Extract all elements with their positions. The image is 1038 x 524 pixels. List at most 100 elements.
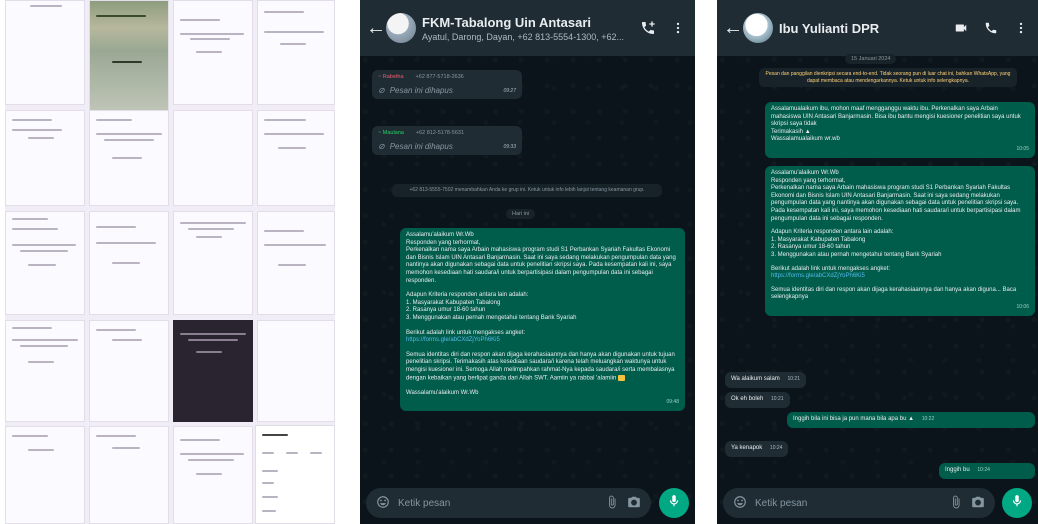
chat-title: Ibu Yulianti DPR [779, 20, 880, 36]
criteria-item: 3. Menggunakan atau pernah mengetahui te… [771, 251, 942, 258]
gallery-thumbnail[interactable] [5, 211, 85, 315]
encryption-notice[interactable]: Pesan dan panggilan dienkripsi secara en… [759, 68, 1017, 87]
outgoing-message[interactable]: Assalamu'alaikum Wr.Wb Responden yang te… [400, 228, 685, 411]
more-options-icon[interactable] [1010, 17, 1032, 39]
emoji-button-icon[interactable] [733, 495, 747, 512]
sender-phone: +62 877-5718-2636 [415, 74, 464, 80]
add-call-icon[interactable] [637, 17, 659, 39]
gallery-thumbnail[interactable] [257, 320, 335, 422]
deleted-text: Pesan ini dihapus [389, 141, 453, 151]
chat-title: FKM-Tabalong Uin Antasari [422, 14, 591, 30]
gallery-thumbnail[interactable] [5, 0, 85, 105]
camera-icon[interactable] [971, 495, 985, 512]
gallery-thumbnail[interactable] [257, 211, 335, 315]
message-time: 10:24 [977, 467, 990, 473]
chat-title-block[interactable]: Ibu Yulianti DPR [779, 21, 942, 36]
video-call-icon[interactable] [950, 17, 972, 39]
more-options-icon[interactable] [667, 17, 689, 39]
message-text: Inggih bu [945, 467, 970, 473]
criteria-item: 1. Masyarakat Kabupaten Tabalong [771, 236, 866, 243]
attach-icon[interactable] [949, 495, 963, 512]
group-chat-screen: ← FKM-Tabalong Uin Antasari Ayatul, Daro… [360, 0, 695, 524]
attach-icon[interactable] [605, 495, 619, 512]
gallery-thumbnail[interactable] [257, 110, 335, 206]
chat-title-block[interactable]: FKM-Tabalong Uin Antasari Ayatul, Darong… [422, 15, 629, 42]
message-input[interactable]: Ketik pesan [755, 498, 941, 509]
message-paragraph: Semua identitas diri dan respon akan dij… [406, 352, 679, 383]
message-paragraph-text: Semua identitas diri dan respon akan dij… [406, 351, 675, 382]
gallery-thumbnail[interactable] [173, 426, 253, 524]
screenshot-gallery [5, 0, 335, 524]
message-link-intro: Berikut adalah link untuk mengakses angk… [771, 265, 891, 272]
survey-link[interactable]: https://forms.gle/abCXdZjYoPh6Ki5 [406, 337, 679, 345]
message-text: Wa alaikum salam [731, 376, 780, 382]
message-input-bar[interactable]: Ketik pesan [366, 488, 651, 518]
message-closing: Wassalamu'alaikum Wr.Wb [406, 389, 479, 396]
message-time: 10:24 [769, 445, 783, 451]
message-text: Inggih bila ini bisa ja pun mana bila ap… [793, 416, 907, 422]
message-greeting: Assalamu'alaikum Wr.Wb [406, 232, 474, 238]
gallery-thumbnail[interactable] [173, 0, 253, 105]
chat-header: ← FKM-Tabalong Uin Antasari Ayatul, Daro… [360, 0, 695, 56]
gallery-thumbnail[interactable] [5, 320, 85, 422]
outgoing-message[interactable]: Assalamu'alaikum Wr.Wb Responden yang te… [765, 166, 1035, 316]
gallery-thumbnail[interactable] [173, 211, 253, 315]
gallery-thumbnail[interactable] [255, 425, 335, 524]
outgoing-message[interactable]: Assalamualaikum ibu, mohon maaf menggang… [765, 102, 1035, 158]
message-time: 10:21 [787, 376, 800, 382]
deleted-message[interactable]: ~ Rabetha +62 877-5718-2636 ⊘ Pesan ini … [372, 70, 522, 100]
gallery-thumbnail[interactable] [89, 320, 169, 422]
mic-button[interactable] [659, 488, 689, 518]
contact-avatar[interactable] [743, 13, 773, 43]
message-time: 09:48 [666, 399, 679, 406]
sender-name: ~ Rabetha [378, 74, 404, 80]
message-paragraph: Semua identitas diri dan respon akan dij… [771, 286, 1017, 301]
gallery-thumbnail[interactable] [89, 0, 169, 125]
message-time: 09:33 [503, 143, 516, 150]
gallery-thumbnail[interactable] [5, 110, 85, 206]
praying-hands-icon: ▲ [804, 128, 811, 135]
gallery-thumbnail[interactable] [89, 110, 169, 206]
criteria-item: 2. Rasanya umur 18-60 tahun [771, 244, 851, 251]
message-link-intro: Berikut adalah link untuk mengakses angk… [406, 329, 526, 336]
emoji-button-icon[interactable] [376, 495, 390, 512]
group-system-notice[interactable]: +62 813-5555-7502 menambahkan Anda ke gr… [392, 184, 662, 197]
message-text: Ok eh boleh [731, 396, 764, 402]
gallery-thumbnail[interactable] [173, 110, 253, 206]
incoming-message[interactable]: Ok eh boleh 10:21 [725, 392, 790, 408]
message-time: 10:21 [771, 396, 784, 402]
date-divider: Hari ini [506, 209, 536, 219]
back-arrow-icon[interactable]: ← [366, 17, 386, 40]
mic-button[interactable] [1002, 488, 1032, 518]
survey-link[interactable]: https://forms.gle/abCXdZjYoPh6Ki5 [771, 273, 1029, 281]
gallery-thumbnail[interactable] [257, 0, 335, 105]
incoming-message[interactable]: Ya kenapok 10:24 [725, 441, 789, 457]
gallery-thumbnail[interactable] [5, 426, 85, 524]
message-time: 09:27 [503, 87, 516, 94]
message-input[interactable]: Ketik pesan [398, 498, 597, 509]
outgoing-message[interactable]: Inggih bila ini bisa ja pun mana bila ap… [787, 412, 1035, 428]
deleted-text: Pesan ini dihapus [389, 85, 453, 95]
gallery-thumbnail[interactable] [89, 211, 169, 315]
incoming-message[interactable]: Wa alaikum salam 10:21 [725, 372, 806, 388]
chat-members: Ayatul, Darong, Dayan, +62 813-5554-1300… [422, 31, 624, 42]
message-paragraph: Perkenalkan nama saya Arbain mahasiswa p… [771, 185, 1021, 222]
criteria-item: 3. Menggunakan atau pernah mengetahui te… [406, 314, 577, 321]
message-greeting: Assalamu'alaikum Wr.Wb [771, 170, 839, 176]
deleted-message[interactable]: ~ Maulana +62 812-5178-5631 ⊘ Pesan ini … [372, 126, 522, 156]
private-chat-screen: ← Ibu Yulianti DPR 15 Januari 2024 Pesan… [717, 0, 1038, 524]
gallery-thumbnail[interactable] [173, 320, 253, 422]
gallery-thumbnail[interactable] [89, 426, 169, 524]
praying-hands-icon: ▲ [908, 416, 915, 422]
outgoing-message[interactable]: Inggih bu 10:24 [939, 463, 1035, 479]
criteria-item: 2. Rasanya umur 18-60 tahun [406, 307, 486, 314]
group-avatar[interactable] [386, 13, 416, 43]
message-input-bar[interactable]: Ketik pesan [723, 488, 995, 518]
emoji-icon [617, 374, 625, 381]
criteria-item: 1. Masyarakat Kabupaten Tabalong [406, 299, 501, 306]
voice-call-icon[interactable] [980, 17, 1002, 39]
camera-icon[interactable] [627, 495, 641, 512]
message-time: 10:06 [1016, 303, 1029, 310]
message-text: Assalamualaikum ibu, mohon maaf menggang… [771, 106, 1021, 128]
back-arrow-icon[interactable]: ← [723, 17, 743, 40]
